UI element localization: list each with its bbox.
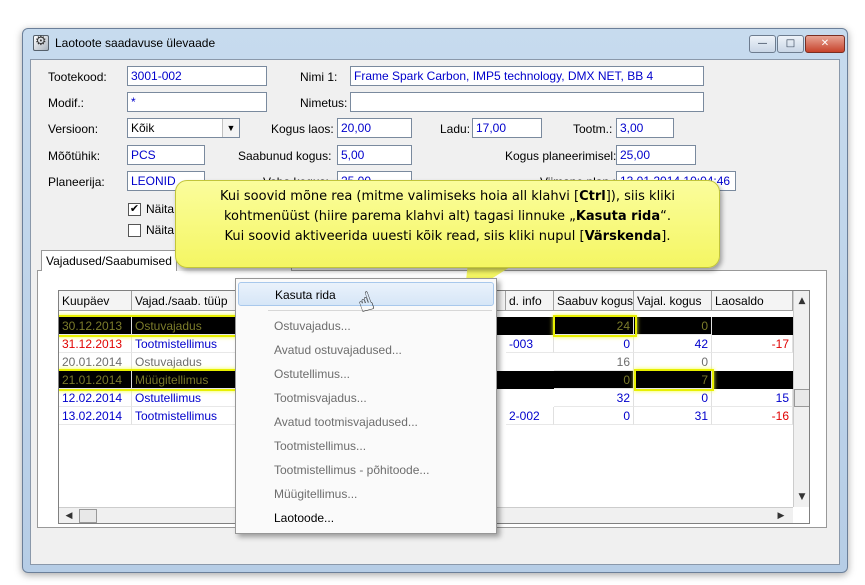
- menu-item-ostutellimus[interactable]: Ostutellimus...: [238, 362, 494, 386]
- naita-checkbox-2[interactable]: [128, 224, 141, 237]
- naita-checkbox-1-label: Näita: [146, 202, 175, 216]
- row-type: Tootmistellimus: [132, 335, 242, 353]
- tootm-label: Tootm.:: [573, 122, 613, 136]
- row-vajal: 42: [634, 335, 712, 353]
- row-info: -003: [506, 335, 554, 353]
- row-vajal: 31: [634, 407, 712, 425]
- menu-item-tootmisvajadus[interactable]: Tootmisvajadus...: [238, 386, 494, 410]
- highlight-row4-left: [59, 369, 243, 391]
- kogus-plan-field[interactable]: 25,00: [616, 145, 696, 165]
- row-saabuv: 32: [554, 389, 634, 407]
- scroll-up-icon[interactable]: ▲: [794, 293, 809, 309]
- hscroll-thumb[interactable]: [79, 509, 97, 523]
- highlight-row1-left: [59, 315, 243, 337]
- kogus-laos-field[interactable]: 20,00: [337, 118, 412, 138]
- nimetus-field[interactable]: [350, 92, 704, 112]
- versioon-label: Versioon:: [48, 122, 99, 136]
- app-gear-icon: [33, 34, 49, 51]
- row-type: Tootmistellimus: [132, 407, 242, 425]
- tootekood-field[interactable]: 3001-002: [127, 66, 267, 86]
- versioon-select[interactable]: Kõik ▼: [127, 118, 240, 138]
- scroll-thumb[interactable]: [794, 389, 809, 407]
- row-saldo: 15: [712, 389, 793, 407]
- minimize-button[interactable]: —: [749, 35, 776, 53]
- maximize-button[interactable]: □: [777, 35, 804, 53]
- naita-checkbox-1[interactable]: ✔: [128, 203, 141, 216]
- highlight-row1-saabuv: [553, 315, 637, 337]
- menu-item-avatud-tootmisvajadused[interactable]: Avatud tootmisvajadused...: [238, 410, 494, 434]
- saabunud-field[interactable]: 5,00: [337, 145, 412, 165]
- kogus-laos-label: Kogus laos:: [271, 122, 334, 136]
- ladu-label: Ladu:: [440, 122, 471, 136]
- close-button[interactable]: ✕: [805, 35, 845, 53]
- callout-line-2: kohtmenüüst (hiire parema klahvi alt) ta…: [223, 209, 671, 224]
- col-header-vajal[interactable]: Vajal. kogus: [634, 291, 712, 311]
- menu-item-tootmistellimus[interactable]: Tootmistellimus...: [238, 434, 494, 458]
- menu-item-tootmistellimus-pohitoode[interactable]: Tootmistellimus - põhitoode...: [238, 458, 494, 482]
- col-header-saabuv[interactable]: Saabuv kogus: [554, 291, 634, 311]
- row-saabuv: 0: [554, 371, 634, 389]
- row-saldo: -16: [712, 407, 793, 425]
- scroll-left-icon[interactable]: ◀: [61, 508, 77, 523]
- planeerija-label: Planeerija:: [48, 175, 105, 189]
- row-saabuv: 16: [554, 353, 634, 371]
- instruction-callout: Kui soovid mõne rea (mitme valimiseks ho…: [175, 180, 720, 268]
- nimetus-label: Nimetus:: [300, 96, 348, 110]
- tab-vajadused-saabumised[interactable]: Vajadused/Saabumised: [41, 250, 177, 271]
- scroll-right-icon[interactable]: ▶: [773, 508, 789, 523]
- window-title: Laotoote saadavuse ülevaade: [55, 36, 216, 50]
- callout-line-1: Kui soovid mõne rea (mitme valimiseks ho…: [220, 189, 675, 204]
- row-date: 13.02.2014: [59, 407, 132, 425]
- mootuhik-label: Mõõtühik:: [48, 149, 101, 163]
- dropdown-arrow-icon[interactable]: ▼: [222, 119, 239, 137]
- row-vajal: 0: [634, 389, 712, 407]
- highlight-row4-vajal: [634, 369, 714, 391]
- saabunud-label: Saabunud kogus:: [238, 149, 332, 163]
- row-vajal: 0: [634, 317, 712, 335]
- naita-checkbox-2-label: Näita: [146, 223, 175, 237]
- kogus-plan-label: Kogus planeerimisel:: [505, 149, 617, 163]
- modif-label: Modif.:: [48, 96, 85, 110]
- col-header-tyyp[interactable]: Vajad./saab. tüüp: [132, 291, 242, 311]
- menu-item-laotoode[interactable]: Laotoode...: [238, 506, 494, 530]
- nimi1-field[interactable]: Frame Spark Carbon, IMP5 technology, DMX…: [350, 66, 704, 86]
- row-saabuv: 0: [554, 407, 634, 425]
- versioon-value: Kõik: [131, 121, 155, 135]
- menu-separator: [268, 310, 492, 311]
- callout-line-3: Kui soovid aktiveerida uuesti kõik read,…: [224, 229, 671, 244]
- ladu-field[interactable]: 17,00: [472, 118, 542, 138]
- menu-item-myygitellimus[interactable]: Müügitellimus...: [238, 482, 494, 506]
- vertical-scrollbar[interactable]: ▲ ▼: [793, 291, 809, 507]
- mootuhik-field[interactable]: PCS: [127, 145, 205, 165]
- row-type: Ostutellimus: [132, 389, 242, 407]
- row-saabuv: 0: [554, 335, 634, 353]
- col-header-kuupaev[interactable]: Kuupäev: [59, 291, 132, 311]
- title-bar[interactable]: Laotoote saadavuse ülevaade — □ ✕: [23, 29, 847, 57]
- row-saldo: -17: [712, 335, 793, 353]
- col-header-info[interactable]: d. info: [506, 291, 554, 311]
- scroll-down-icon[interactable]: ▼: [794, 489, 809, 505]
- row-date: 12.02.2014: [59, 389, 132, 407]
- tootekood-label: Tootekood:: [48, 70, 107, 84]
- tootm-field[interactable]: 3,00: [616, 118, 674, 138]
- row-date: 31.12.2013: [59, 335, 132, 353]
- modif-field[interactable]: *: [127, 92, 267, 112]
- row-info: 2-002: [506, 407, 554, 425]
- col-header-laosaldo[interactable]: Laosaldo: [712, 291, 793, 311]
- menu-item-avatud-ostuvajadused[interactable]: Avatud ostuvajadused...: [238, 338, 494, 362]
- nimi1-label: Nimi 1:: [300, 70, 338, 84]
